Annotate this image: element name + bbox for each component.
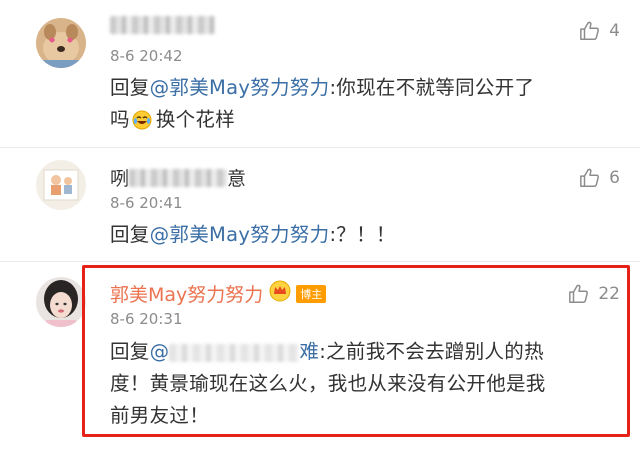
avatar[interactable] — [36, 277, 86, 327]
avatar[interactable] — [36, 160, 86, 210]
comment-body: 回复@郭美May努力努力:你现在不就等同公开了 吗 换个花样 — [110, 72, 610, 140]
comment-text: :？！！ — [329, 223, 396, 246]
username-blurred[interactable]: 咧 意 — [110, 164, 246, 191]
username-suffix: 意 — [227, 168, 247, 190]
username-blurred[interactable] — [110, 16, 215, 34]
comment-body: 回复@郭美May努力努力:？！！ — [110, 219, 610, 251]
highlight-box — [82, 265, 630, 437]
like-button[interactable]: 4 — [579, 20, 620, 42]
like-count: 6 — [609, 168, 620, 188]
like-button[interactable]: 6 — [579, 167, 620, 189]
mention-link[interactable]: @郭美May努力努力 — [150, 223, 330, 246]
laughing-crying-emoji-icon — [132, 108, 152, 140]
username-prefix: 咧 — [110, 168, 130, 190]
mention-link[interactable]: @郭美May努力努力 — [150, 76, 330, 99]
avatar[interactable] — [36, 18, 86, 68]
blurred-username — [110, 16, 215, 34]
comment-text: 换个花样 — [155, 108, 236, 131]
like-count: 4 — [609, 21, 620, 41]
comment-text: 吗 — [110, 108, 130, 131]
thumbs-up-icon — [580, 21, 600, 40]
divider — [0, 147, 640, 148]
reply-prefix: 回复 — [110, 223, 150, 246]
comment-text: :你现在不就等同公开了 — [329, 76, 535, 99]
comment-time: 8-6 20:41 — [110, 194, 183, 212]
blurred-username — [129, 168, 228, 187]
reply-prefix: 回复 — [110, 76, 150, 99]
comment-time: 8-6 20:42 — [110, 47, 183, 65]
divider — [0, 261, 640, 262]
thumbs-up-icon — [580, 168, 600, 187]
